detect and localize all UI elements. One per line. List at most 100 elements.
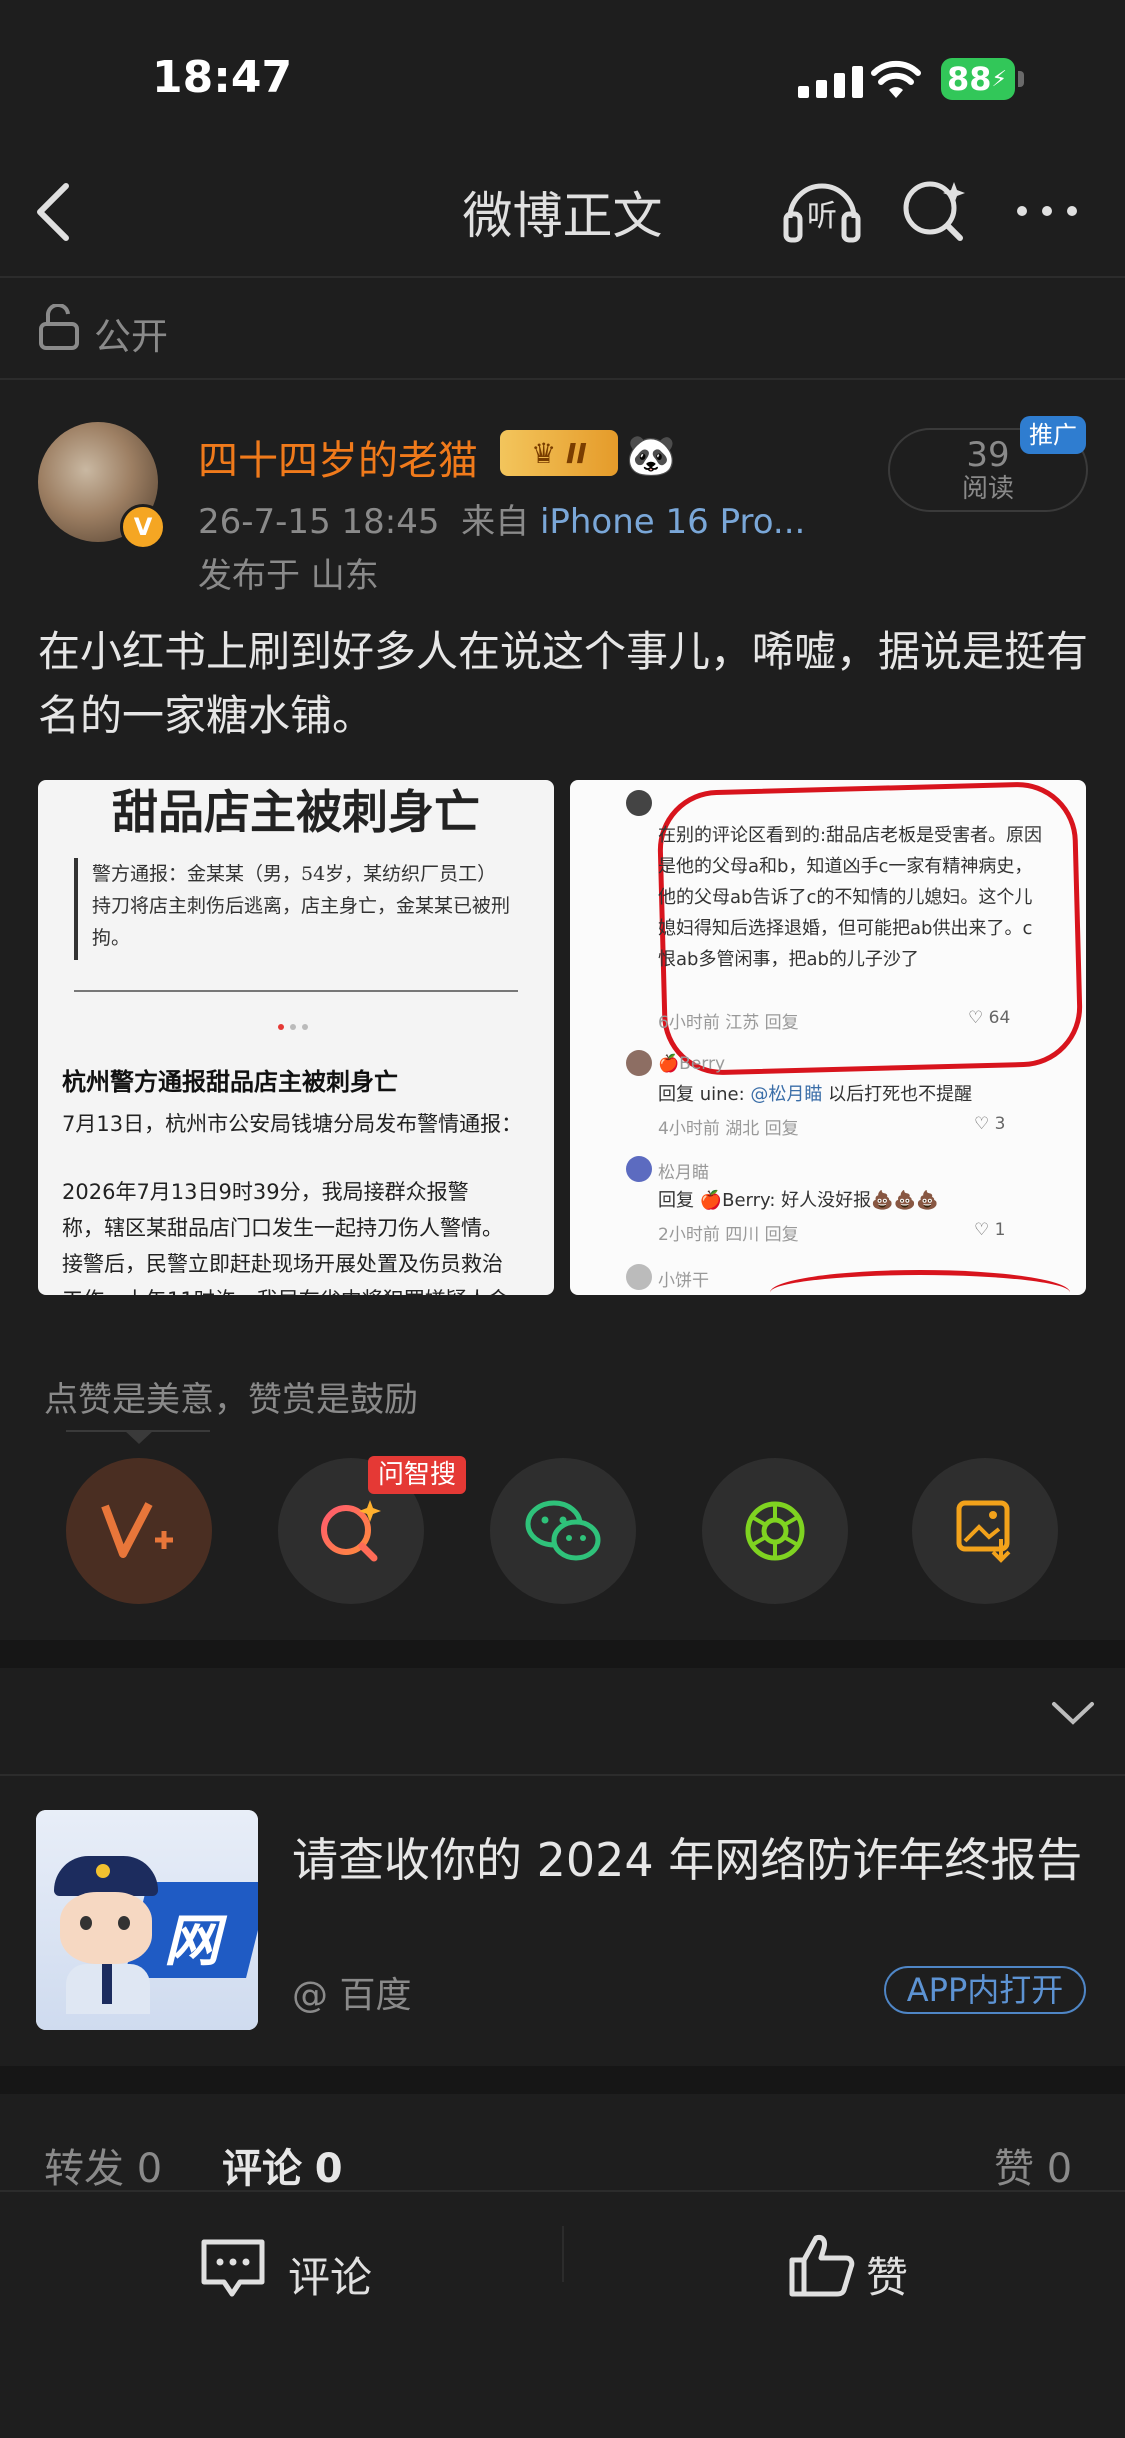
verified-badge-icon: V (120, 504, 166, 550)
image1-line: 接警后，民警立即赶赴现场开展处置及伤员救治 (62, 1252, 503, 1276)
highlight-circle-2 (770, 1270, 1070, 1295)
comment-label: 评论 (222, 2146, 302, 2192)
thumbs-up-icon[interactable] (786, 2232, 856, 2298)
repost-count-value: 0 (136, 2146, 163, 2192)
image1-headline: 甜品店主被刺身亡 (112, 785, 480, 839)
reads-label: 阅读 (961, 474, 1014, 504)
section-gap (0, 1640, 1125, 1668)
comment-2-likes: ♡ 3 (974, 1114, 1006, 1134)
visibility-label: 公开 (94, 315, 168, 358)
author-name[interactable]: 四十四岁的老猫 (198, 428, 478, 486)
comment-4-user: 小饼干 (658, 1271, 709, 1291)
post-location: 发布于 山东 (198, 556, 379, 596)
image1-line: 7月13日，杭州市公安局钱塘分局发布警情通报： (62, 1112, 523, 1136)
ad-image[interactable]: 网 (36, 1810, 258, 2030)
image1-article-title: 杭州警方通报甜品店主被刺身亡 (62, 1068, 398, 1096)
post-image-2[interactable]: 在别的评论区看到的:甜品店老板是受害者。原因是他的父母a和b，知道凶手c一家有精… (570, 780, 1086, 1295)
comment-4-avatar (626, 1264, 652, 1290)
device-link[interactable]: iPhone 16 Pro... (540, 502, 805, 542)
comment-1-avatar (626, 790, 652, 816)
image1-quote: 警方通报：金某某（男，54岁，某纺织厂员工）持刀将店主刺伤后逃离，店主身亡，金某… (92, 863, 511, 949)
comment-icon[interactable] (198, 2236, 268, 2300)
divider (0, 1774, 1125, 1776)
carousel-dot (302, 1024, 308, 1030)
like-count-value: 0 (1046, 2146, 1073, 2192)
battery-indicator: 88 ⚡ (941, 58, 1015, 100)
image1-rule (74, 990, 518, 992)
repost-label: 转发 (44, 2146, 124, 2192)
image1-line: 称，辖区某甜品店门口发生一起持刀伤人警情。 (62, 1216, 503, 1240)
battery-cap (1018, 71, 1024, 87)
image1-line: 工作。上午11时许，我局在省内将犯罪嫌疑人金 (62, 1284, 509, 1295)
reward-hint: 点赞是美意，赞赏是鼓励 (44, 1380, 418, 1420)
comment-2-mention: @松月瞄 (750, 1084, 823, 1105)
post-text: 在小红书上刷到好多人在说这个事儿，唏嘘，据说是挺有名的一家糖水铺。 (38, 627, 1089, 740)
bottom-divider (562, 2226, 564, 2282)
comment-2-text: 回复 uine: @松月瞄 以后打死也不提醒 (658, 1080, 972, 1106)
member-level-text: II (566, 436, 587, 470)
comment-2-user: 🍎Berry (658, 1054, 726, 1074)
reward-vplus-button[interactable] (66, 1458, 212, 1604)
quote-bar (74, 858, 78, 960)
carousel-dot (290, 1024, 296, 1030)
divider (0, 276, 1125, 278)
divider (0, 378, 1125, 380)
svg-text:听: 听 (807, 199, 837, 234)
comment-2-reply-prefix: 回复 uine: (658, 1084, 745, 1105)
wifi-icon (871, 60, 921, 98)
moments-icon (745, 1501, 805, 1561)
comment-count[interactable]: 评论 0 (222, 2136, 343, 2194)
pointer-triangle (124, 1430, 154, 1444)
comment-3-like-count: 1 (994, 1220, 1006, 1240)
wechat-icon (525, 1500, 601, 1561)
repost-count[interactable]: 转发 0 (44, 2136, 162, 2194)
comment-3-likes: ♡ 1 (974, 1220, 1006, 1240)
ad-image-text: 网 (164, 1909, 220, 1974)
comment-3-avatar (626, 1156, 652, 1182)
post-image-1[interactable]: 甜品店主被刺身亡 警方通报：金某某（男，54岁，某纺织厂员工）持刀将店主刺伤后逃… (38, 780, 554, 1295)
ask-ai-badge: 问智搜 (368, 1456, 467, 1494)
more-options-icon[interactable] (1012, 196, 1082, 226)
comment-2-like-count: 3 (994, 1114, 1006, 1134)
comment-3-text: 回复 🍎Berry: 好人没好报💩💩💩 (658, 1190, 939, 1211)
open-in-app-button[interactable]: APP内打开 (884, 1966, 1086, 2014)
search-icon[interactable] (900, 176, 970, 246)
promote-badge[interactable]: 推广 (1020, 416, 1086, 454)
comment-2-username: Berry (679, 1054, 726, 1074)
status-time: 18:47 (152, 52, 293, 103)
comment-3-meta: 2小时前 四川 回复 (658, 1225, 799, 1245)
ai-search-icon (321, 1500, 381, 1562)
share-wechat-button[interactable] (490, 1458, 636, 1604)
ad-title[interactable]: 请查收你的 2024 年网络防诈年终报告 (292, 1828, 1092, 1892)
comment-1-likes: ♡ 64 (968, 1008, 1011, 1028)
like-label: 赞 (994, 2146, 1034, 2192)
comment-button[interactable]: 评论 (288, 2244, 372, 2305)
comment-1-meta: 6小时前 江苏 回复 (658, 1013, 799, 1033)
share-moments-button[interactable] (702, 1458, 848, 1604)
carousel-dot-active (278, 1024, 284, 1030)
save-image-icon (956, 1500, 1011, 1563)
post-timestamp: 26-7-15 18:45 (198, 502, 440, 542)
cellular-signal-icon (798, 66, 863, 98)
crown-icon: ♛ (531, 436, 566, 470)
comment-2-reply-text: 以后打死也不提醒 (828, 1084, 973, 1105)
comment-3-user: 松月瞄 (658, 1163, 709, 1183)
listen-icon[interactable]: 听 (780, 174, 864, 244)
comment-1-text: 在别的评论区看到的:甜品店老板是受害者。原因是他的父母a和b，知道凶手c一家有精… (658, 825, 1043, 970)
like-button[interactable]: 赞 (866, 2244, 908, 2305)
comment-2-meta: 4小时前 湖北 回复 (658, 1119, 799, 1139)
save-image-button[interactable] (912, 1458, 1058, 1604)
comment-count-value: 0 (314, 2146, 343, 2192)
section-gap (0, 2066, 1125, 2094)
battery-level: 88 (947, 60, 992, 98)
source-prefix: 来自 (461, 502, 530, 542)
chevron-down-icon[interactable] (1050, 1700, 1096, 1728)
ad-source: @ 百度 (292, 1975, 412, 2016)
vplus-icon (101, 1502, 173, 1558)
panda-badge-icon: 🐼 (626, 433, 676, 479)
police-cartoon (50, 1856, 160, 2014)
comment-1-like-count: 64 (988, 1008, 1011, 1028)
like-count[interactable]: 赞 0 (994, 2136, 1072, 2194)
image1-line: 2026年7月13日9时39分，我局接群众报警 (62, 1180, 469, 1204)
comment-2-avatar (626, 1050, 652, 1076)
